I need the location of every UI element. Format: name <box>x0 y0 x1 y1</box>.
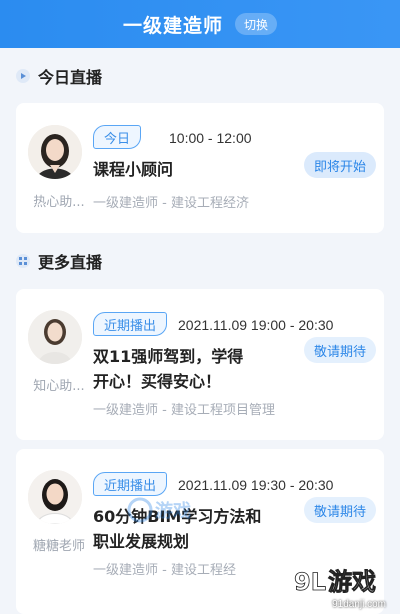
course-title-line2: 职业发展规划 <box>93 532 190 551</box>
course-subtitle: 一级建造师 - 建设工程经济 <box>93 196 249 211</box>
course-subtitle: 一级建造师 - 建设工程经 <box>93 563 236 578</box>
host-name: 知心助... <box>33 379 85 394</box>
section-today: 今日直播 <box>16 64 102 88</box>
course-subtitle: 一级建造师 - 建设工程项目管理 <box>93 403 275 418</box>
live-time: 2021.11.09 19:30 - 20:30 <box>178 477 334 493</box>
watermark-center: 游戏 <box>127 497 223 527</box>
watermark-center-text: 游戏 <box>155 500 191 522</box>
watermark-logo-text: 游戏 <box>328 568 376 596</box>
play-icon <box>16 69 30 83</box>
tag-upcoming: 近期播出 <box>93 312 168 336</box>
watermark-logo-num: 9L <box>294 568 326 596</box>
course-title: 课程小顾问 <box>93 160 174 179</box>
tag-upcoming: 近期播出 <box>93 472 168 496</box>
watermark-logo: 9L 游戏 <box>294 566 386 596</box>
host-name: 糖糖老师 <box>32 539 85 554</box>
tag-today: 今日 <box>93 125 142 149</box>
course-title: 双11强师驾到，学得 开心！买得安心！ <box>93 344 243 394</box>
live-time: 2021.11.09 19:00 - 20:30 <box>178 317 334 333</box>
host-avatar <box>28 125 82 179</box>
starting-soon-button[interactable]: 即将开始 <box>303 152 376 178</box>
top-header: 一级建造师 切换 <box>0 0 400 48</box>
host-avatar <box>28 470 82 524</box>
course-title-line1: 双11强师驾到，学得 <box>93 347 244 366</box>
stay-tuned-button[interactable]: 敬请期待 <box>303 497 376 523</box>
host-name: 热心助... <box>33 195 85 210</box>
switch-button[interactable]: 切换 <box>235 13 278 35</box>
section-title-today: 今日直播 <box>38 68 103 87</box>
header-title: 一级建造师 <box>122 14 223 37</box>
section-title-more: 更多直播 <box>38 253 103 272</box>
live-card[interactable]: 知心助... 近期播出 2021.11.09 19:00 - 20:30 双11… <box>16 289 384 440</box>
live-card-today[interactable]: 热心助... 今日 10:00 - 12:00 课程小顾问 一级建造师 - 建设… <box>16 103 384 233</box>
grid-icon <box>16 254 30 268</box>
stay-tuned-button[interactable]: 敬请期待 <box>303 337 376 363</box>
section-more: 更多直播 <box>16 249 102 273</box>
live-time: 10:00 - 12:00 <box>169 130 252 146</box>
host-avatar <box>28 310 82 364</box>
course-title-line2: 开心！买得安心！ <box>93 372 222 391</box>
watermark-url: 91danji.com <box>332 599 386 610</box>
